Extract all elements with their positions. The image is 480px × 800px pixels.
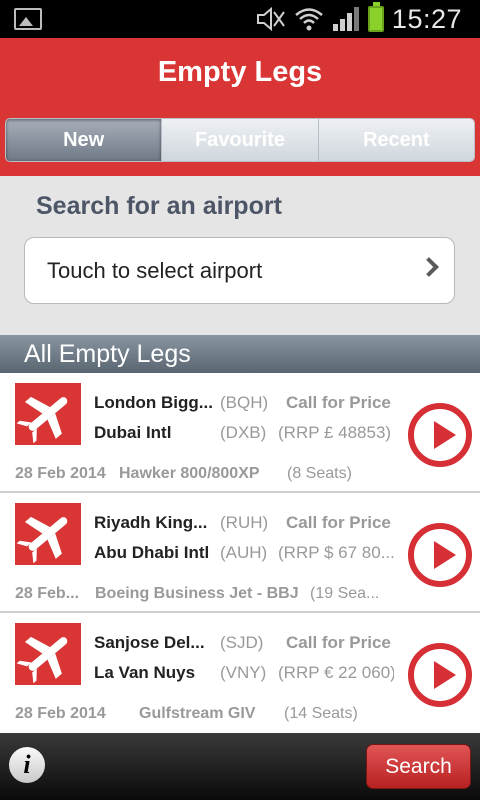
leg-date: 28 Feb 2014 [15,465,106,482]
leg-date: 28 Feb... [15,585,80,602]
plane-icon [15,503,81,565]
status-bar: 15:27 [0,0,480,38]
chevron-right-icon [419,257,439,277]
page-title: Empty Legs [157,55,323,88]
tab-favourite[interactable]: Favourite [161,119,318,161]
leg-date: 28 Feb 2014 [15,705,106,722]
rrp-price: (RRP $ 67 80... [278,543,394,562]
airport-search-panel: Search for an airport Touch to select ai… [0,176,480,335]
arrival-airport: La Van Nuys [94,663,196,682]
tab-recent[interactable]: Recent [317,119,474,161]
arrival-code: (DXB) [220,423,267,442]
departure-airport: London Bigg... [94,393,212,412]
tab-new[interactable]: New [6,119,162,161]
gallery-icon [14,8,42,30]
play-icon[interactable] [408,643,472,707]
select-airport-label: Touch to select airport [47,257,263,283]
leg-seats: (14 Seats) [284,705,358,722]
battery-icon [367,2,384,32]
bottom-toolbar: i Search [0,733,480,800]
leg-seats: (19 Sea... [310,585,380,602]
arrival-code: (VNY) [220,663,267,682]
arrival-airport: Abu Dhabi Intl [94,543,210,562]
select-airport-button[interactable]: Touch to select airport [24,237,455,304]
departure-code: (SJD) [220,633,264,652]
price-label: Call for Price [286,633,391,652]
price-label: Call for Price [286,393,391,412]
leg-seats: (8 Seats) [287,465,352,482]
segmented-tabs: New Favourite Recent [5,118,475,162]
search-button[interactable]: Search [366,744,471,789]
list-item[interactable]: Sanjose Del... (SJD) La Van Nuys (VNY) C… [0,613,480,733]
departure-airport: Sanjose Del... [94,633,205,652]
mute-icon [256,6,285,32]
rrp-price: (RRP £ 48853) [278,423,392,442]
play-icon[interactable] [408,403,472,467]
departure-code: (RUH) [220,513,269,532]
signal-icon [332,7,359,31]
status-time: 15:27 [391,3,462,34]
section-title: All Empty Legs [24,339,191,368]
departure-code: (BQH) [220,393,269,412]
leg-details: 28 Feb 2014 Gulfstream GIV (14 Seats) [15,705,358,723]
rrp-price: (RRP € 22 060) [278,663,394,682]
leg-details: 28 Feb 2014 Hawker 800/800XP (8 Seats) [15,465,352,483]
arrival-code: (AUH) [220,543,268,562]
play-icon[interactable] [408,523,472,587]
leg-aircraft: Hawker 800/800XP [119,465,260,482]
status-icons: 15:27 [254,2,462,35]
tab-bar: New Favourite Recent [0,106,480,176]
plane-icon [15,623,81,685]
price-label: Call for Price [286,513,391,532]
leg-aircraft: Boeing Business Jet - BBJ [95,585,299,602]
info-icon[interactable]: i [9,747,45,783]
empty-legs-list: London Bigg... (BQH) Dubai Intl (DXB) Ca… [0,373,480,733]
arrival-airport: Dubai Intl [94,423,172,442]
list-item[interactable]: London Bigg... (BQH) Dubai Intl (DXB) Ca… [0,373,480,493]
search-heading: Search for an airport [36,192,282,220]
wifi-icon [295,8,323,31]
leg-details: 28 Feb... Boeing Business Jet - BBJ (19 Se… [15,585,379,603]
section-header: All Empty Legs [0,335,480,373]
plane-icon [15,383,81,445]
list-item[interactable]: Riyadh King... (RUH) Abu Dhabi Intl (AUH… [0,493,480,613]
leg-aircraft: Gulfstream GIV [139,705,256,722]
app-header: Empty Legs [0,38,480,106]
departure-airport: Riyadh King... [94,513,208,532]
